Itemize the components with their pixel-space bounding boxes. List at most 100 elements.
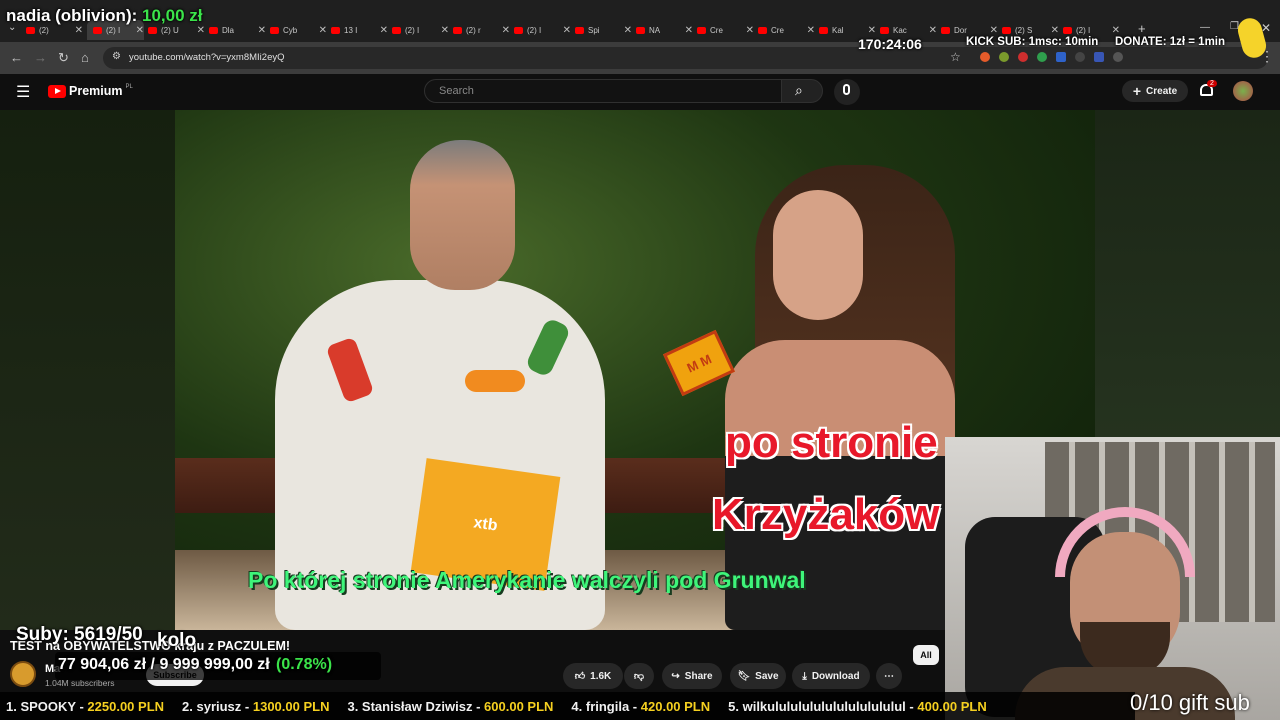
tab-close-icon[interactable]: ✕ [1112,25,1120,36]
last-donation: nadia (oblivion): 10,00 zł [6,6,203,26]
thumbs-up-icon: 👍︎ [574,671,586,682]
new-tab-button[interactable]: + [1138,21,1146,36]
leaderboard-amount: 420.00 PLN [640,698,711,714]
leaderboard-rank: 1. SPOOKY - [6,698,84,714]
extension-icon[interactable] [1113,52,1123,62]
browser-tab[interactable]: (2) I ✕ [392,22,449,38]
extension-icon[interactable] [1094,52,1104,62]
more-icon: ⋯ [884,670,894,682]
filter-chip-all[interactable]: All [913,645,939,665]
share-label: Share [684,670,713,682]
leaderboard-entry: 2. syriusz - 1300.00 PLN [182,699,329,714]
browser-tab[interactable]: 13 I ✕ [331,22,388,38]
extension-icon[interactable] [1056,52,1066,62]
goal-separator: / [150,656,155,673]
region-code: PL [125,84,133,90]
extension-icon[interactable] [999,52,1009,62]
leaderboard-amount: 2250.00 PLN [87,698,165,714]
browser-tab[interactable]: Cre ✕ [758,22,815,38]
tab-close-icon[interactable]: ✕ [136,25,144,36]
leaderboard-amount: 400.00 PLN [917,698,987,714]
browser-tab[interactable]: (2) I ✕ [514,22,571,38]
forward-icon[interactable]: → [34,50,47,65]
more-actions-button[interactable]: ⋯ [876,663,902,689]
browser-tab[interactable]: NA ✕ [636,22,693,38]
extension-icon[interactable] [1037,52,1047,62]
download-icon: ⤓ [802,670,807,682]
microphone-icon [843,84,850,95]
channel-avatar[interactable] [10,661,36,687]
tab-close-icon[interactable]: ✕ [258,25,266,36]
voice-search-button[interactable] [834,79,860,105]
goal-percent: (0.78%) [276,656,333,673]
tab-label: Cre [710,25,723,35]
tab-close-icon[interactable]: ✕ [685,25,693,36]
dislike-button[interactable]: 👎︎ [624,663,654,689]
save-button[interactable]: 🔖︎ Save [730,663,786,689]
create-button[interactable]: + Create [1122,80,1188,102]
browser-tab[interactable]: (2) r ✕ [453,22,510,38]
extension-icon[interactable] [980,52,990,62]
tab-close-icon[interactable]: ✕ [441,25,449,36]
tab-close-icon[interactable]: ✕ [868,25,876,36]
tab-favicon-icon [697,26,706,34]
share-button[interactable]: ↪ Share [662,663,722,689]
extensions-icons[interactable] [980,52,1180,64]
video-overlay-line1: po stronie [725,418,938,467]
search-button[interactable]: ⌕ [781,79,823,103]
logo-text: Premium [69,84,123,98]
tab-close-icon[interactable]: ✕ [563,25,571,36]
leaderboard-rank: 2. syriusz - [182,698,250,714]
reload-icon[interactable]: ↻ [58,50,69,66]
youtube-logo[interactable]: Premium PL [48,84,133,98]
tab-close-icon[interactable]: ✕ [746,25,754,36]
tab-close-icon[interactable]: ✕ [319,25,327,36]
download-button[interactable]: ⤓ Download [792,663,870,689]
tab-close-icon[interactable]: ✕ [929,25,937,36]
url-text[interactable]: youtube.com/watch?v=yxm8MIi2eyQ [129,52,285,63]
tab-label: Cre [771,25,784,35]
like-button[interactable]: 👍︎ 1.6K [563,663,623,689]
leaderboard-entry: 4. fringila - 420.00 PLN [571,699,710,714]
extension-icon[interactable] [1018,52,1028,62]
tab-close-icon[interactable]: ✕ [990,25,998,36]
back-icon[interactable]: ← [10,50,23,65]
tab-close-icon[interactable]: ✕ [75,25,83,36]
tab-close-icon[interactable]: ✕ [624,25,632,36]
shirt-pattern [465,370,525,392]
home-icon[interactable]: ⌂ [81,50,89,65]
leaderboard-entry: 5. wilkulululululululululululul - 400.00… [728,699,987,714]
avatar[interactable] [1233,81,1253,101]
browser-tab[interactable]: Cre ✕ [697,22,754,38]
browser-tab[interactable]: Dla ✕ [209,22,266,38]
tab-close-icon[interactable]: ✕ [1051,25,1059,36]
browser-tab[interactable]: Cyb ✕ [270,22,327,38]
leaderboard-rank: 4. fringila - [571,698,638,714]
tab-close-icon[interactable]: ✕ [807,25,815,36]
tab-close-icon[interactable]: ✕ [197,25,205,36]
tab-label: Dor [954,25,967,35]
tab-label: (2) I [1076,25,1091,35]
search-input[interactable]: Search [424,79,782,103]
hamburger-menu-icon[interactable]: ☰ [16,82,30,102]
browser-tab[interactable]: Spi ✕ [575,22,632,38]
notifications-button[interactable]: 2 [1198,80,1217,100]
tab-label: (2) [39,25,49,35]
bookmark-star-icon[interactable]: ☆ [950,50,961,64]
tab-label: 13 I [344,25,358,35]
tab-favicon-icon [514,26,523,34]
tab-close-icon[interactable]: ✕ [502,25,510,36]
mic-logo-text: M M [684,350,714,376]
tab-label: (2) I [405,25,420,35]
tab-close-icon[interactable]: ✕ [380,25,388,36]
save-label: Save [755,670,779,682]
tab-label: Spi [588,25,600,35]
tab-favicon-icon [575,26,584,34]
site-info-icon[interactable]: ⚙ [112,51,121,62]
microphone-logo: M M [662,329,736,397]
extension-icon[interactable] [1075,52,1085,62]
leaderboard-rank: 5. wilkulululululululululululul - [728,698,914,714]
minimize-icon[interactable]: — [1200,22,1210,33]
tab-label: Cyb [283,25,298,35]
tab-favicon-icon [941,26,950,34]
